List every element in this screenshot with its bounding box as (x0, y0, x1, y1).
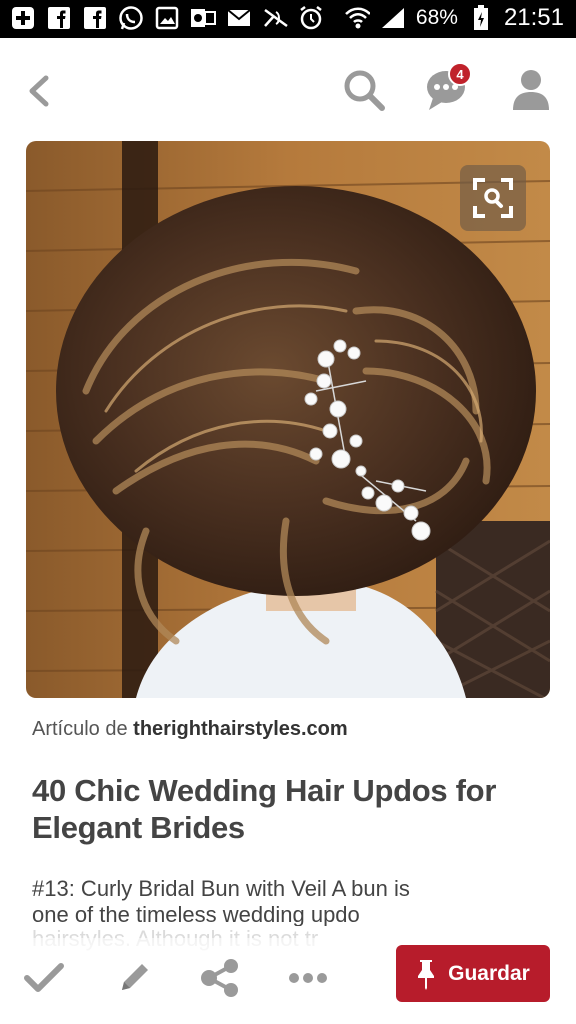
facebook-icon (46, 5, 72, 31)
facebook-icon (82, 5, 108, 31)
checkmark-icon (24, 963, 64, 992)
more-horizontal-icon (289, 973, 327, 983)
chevron-left-icon (29, 75, 49, 107)
gallery-icon (154, 5, 180, 31)
article-source[interactable]: Artículo de therighthairstyles.com (32, 718, 348, 741)
signal-icon (380, 5, 406, 31)
tried-it-button[interactable] (22, 956, 66, 1000)
share-button[interactable] (198, 956, 242, 1000)
pencil-icon (122, 964, 148, 990)
share-icon (201, 959, 238, 997)
nfc-icon (262, 5, 288, 31)
mail-icon (226, 5, 252, 31)
outlook-icon (190, 5, 216, 31)
app-header: 4 (0, 38, 576, 140)
pin-description: #13: Curly Bridal Bun with Veil A bun is… (32, 876, 410, 926)
article-prefix: Artículo de (32, 718, 134, 740)
more-options-button[interactable] (286, 956, 330, 1000)
lens-search-icon (473, 178, 513, 218)
notification-badge: 4 (448, 62, 472, 86)
whatsapp-icon (118, 5, 144, 31)
pin-title: 40 Chic Wedding Hair Updos for Elegant B… (32, 773, 497, 845)
profile-button[interactable] (510, 68, 552, 112)
pushpin-icon (418, 959, 435, 990)
clock: 21:51 (503, 4, 564, 31)
status-bar: 68% 21:51 (0, 0, 576, 38)
visual-search-button[interactable] (460, 165, 526, 231)
alarm-icon (298, 5, 324, 31)
edit-button[interactable] (112, 956, 156, 1000)
wifi-icon (344, 5, 370, 31)
back-button[interactable] (22, 72, 56, 110)
user-icon (513, 70, 549, 110)
save-button[interactable]: Guardar (396, 945, 550, 1002)
source-domain[interactable]: therighthairstyles.com (133, 718, 348, 740)
search-button[interactable] (342, 68, 386, 112)
pin-image[interactable] (26, 141, 550, 698)
battery-percentage: 68% (415, 6, 458, 29)
save-label: Guardar (448, 961, 530, 985)
battery-icon (468, 5, 494, 31)
action-bar: Guardar (0, 938, 576, 1024)
search-icon (344, 70, 385, 111)
add-icon (10, 5, 36, 31)
